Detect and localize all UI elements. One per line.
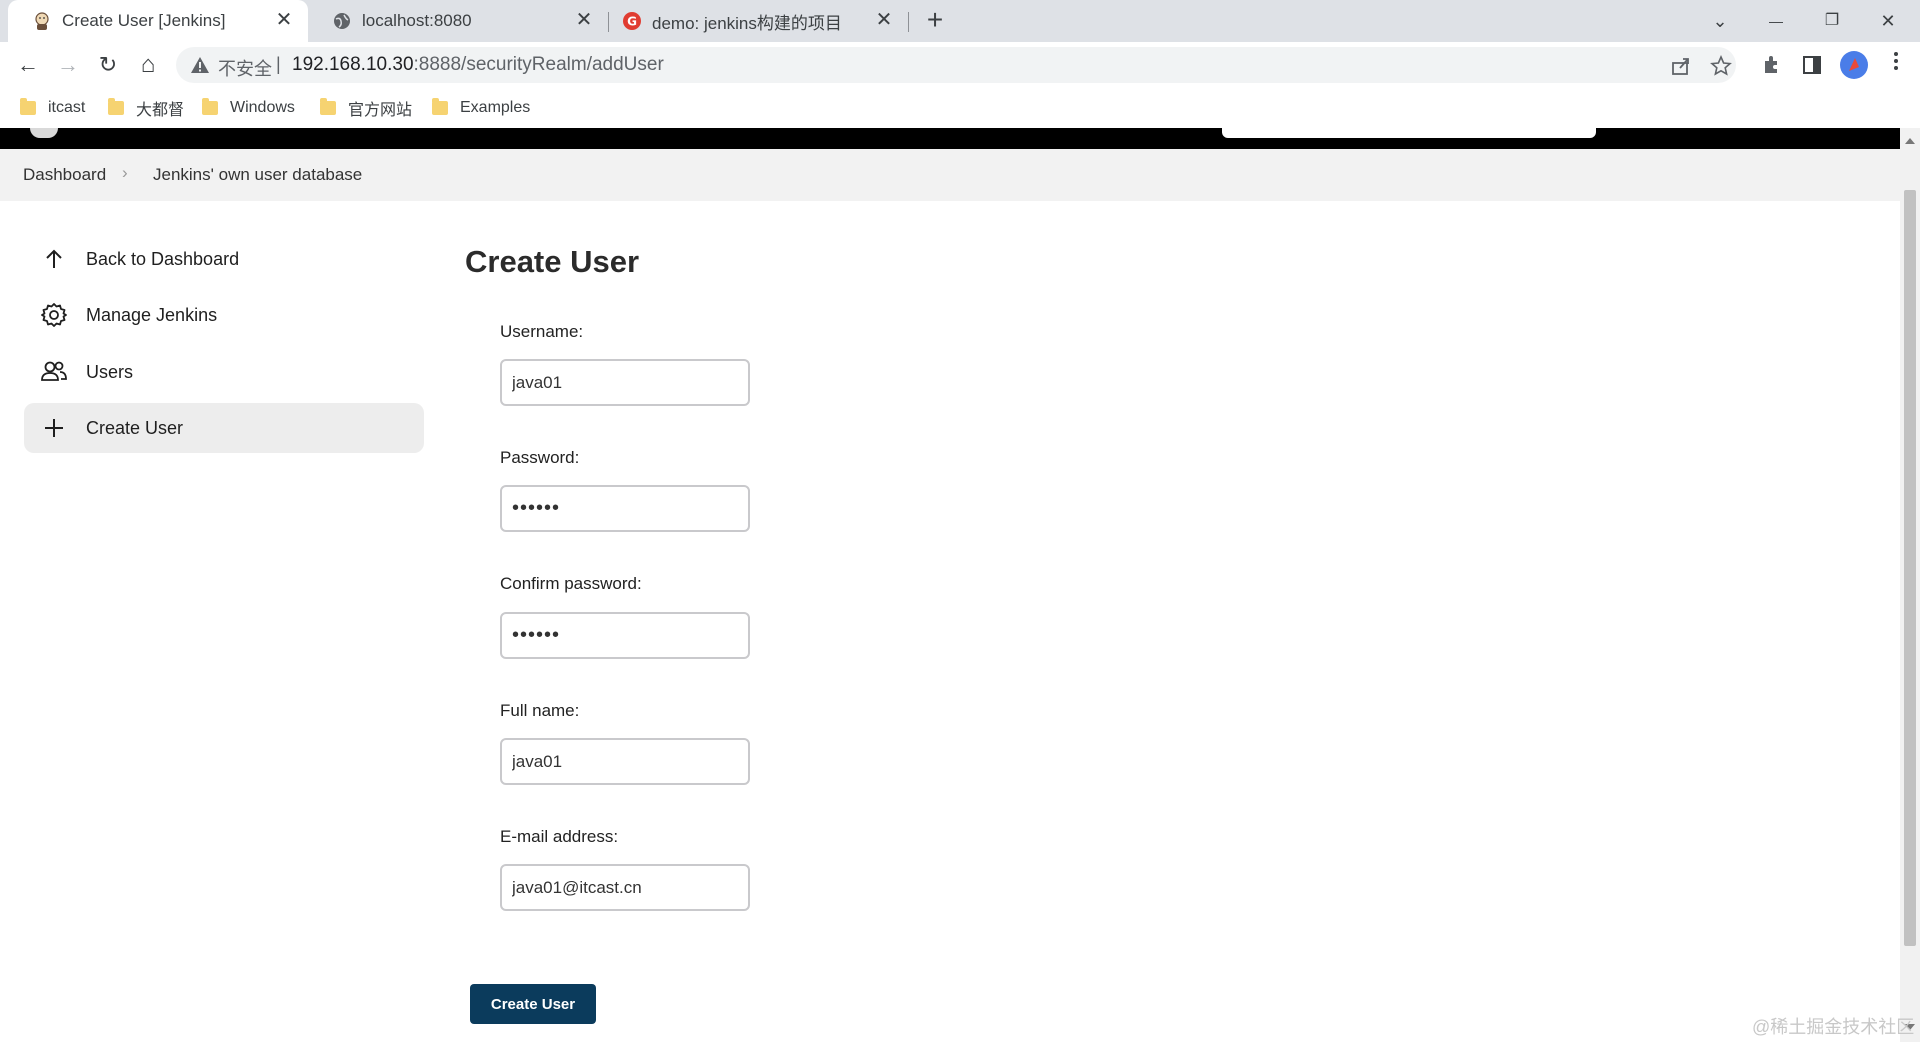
globe-icon xyxy=(334,13,350,29)
folder-icon xyxy=(202,98,218,115)
watermark: @稀土掘金技术社区 xyxy=(1752,1017,1915,1037)
bookmarks-bar: itcast 大都督 Windows 官方网站 Examples xyxy=(0,88,1920,128)
home-button[interactable]: ⌂ xyxy=(134,51,162,79)
sidebar-item-manage-jenkins[interactable]: Manage Jenkins xyxy=(24,290,424,340)
page-scrollbar[interactable] xyxy=(1900,128,1920,1042)
profile-bird-icon xyxy=(1849,58,1859,71)
scroll-up-icon[interactable] xyxy=(1905,138,1915,144)
arrow-up-icon xyxy=(40,245,68,273)
email-label: E-mail address: xyxy=(500,827,619,846)
sidebar-item-back-to-dashboard[interactable]: Back to Dashboard xyxy=(24,234,424,284)
folder-icon xyxy=(20,98,36,115)
username-label: Username: xyxy=(500,322,584,341)
minimize-button[interactable]: — xyxy=(1756,6,1796,36)
tab-localhost[interactable]: localhost:8080 ✕ xyxy=(308,0,608,42)
fullname-field[interactable] xyxy=(500,738,750,785)
warning-icon xyxy=(191,57,209,73)
security-status: 不安全 xyxy=(218,59,272,79)
bookmark-dadudu[interactable]: 大都督 xyxy=(108,96,184,120)
browser-tab-strip: Create User [Jenkins] ✕ localhost:8080 ✕… xyxy=(0,0,1920,42)
plus-icon xyxy=(40,414,68,442)
breadcrumb-user-database[interactable]: Jenkins' own user database xyxy=(153,165,362,185)
address-bar[interactable]: 不安全 | 192.168.10.30:8888/securityRealm/a… xyxy=(176,47,1736,83)
star-icon[interactable] xyxy=(1710,55,1732,77)
extensions-icon[interactable] xyxy=(1760,53,1784,77)
breadcrumb: Dashboard › Jenkins' own user database xyxy=(0,149,1900,201)
bookmark-official-site[interactable]: 官方网站 xyxy=(320,96,412,120)
gear-icon xyxy=(40,301,68,329)
tab-title: Create User [Jenkins] xyxy=(62,11,226,30)
back-button[interactable]: ← xyxy=(14,51,42,79)
bookmark-itcast[interactable]: itcast xyxy=(20,96,85,120)
tab-title: localhost:8080 xyxy=(362,11,472,30)
bookmark-windows[interactable]: Windows xyxy=(202,96,295,120)
page-title: Create User xyxy=(465,244,640,279)
sidebar-item-create-user[interactable]: Create User xyxy=(24,403,424,453)
project-favicon-icon: G xyxy=(623,12,641,30)
users-icon xyxy=(40,358,68,386)
chevron-right-icon: › xyxy=(122,163,128,182)
reload-button[interactable]: ↻ xyxy=(94,51,122,79)
tab-create-user[interactable]: Create User [Jenkins] ✕ xyxy=(8,0,308,42)
tab-close-icon[interactable]: ✕ xyxy=(574,10,594,30)
jenkins-logo[interactable] xyxy=(30,128,58,138)
sidebar-item-label: Back to Dashboard xyxy=(86,248,240,269)
profile-avatar[interactable] xyxy=(1840,51,1868,79)
create-user-button[interactable]: Create User xyxy=(470,984,596,1024)
fullname-label: Full name: xyxy=(500,701,580,720)
bookmark-examples[interactable]: Examples xyxy=(432,96,530,120)
sidebar-item-label: Create User xyxy=(86,417,184,438)
confirm-password-label: Confirm password: xyxy=(500,574,642,593)
sidebar-item-users[interactable]: Users xyxy=(24,347,424,397)
address-separator: | xyxy=(276,54,281,74)
folder-icon xyxy=(432,98,448,115)
kebab-menu-icon xyxy=(1894,52,1898,70)
header-search-box[interactable] xyxy=(1222,128,1596,138)
side-panel-icon[interactable] xyxy=(1800,53,1824,77)
tab-divider xyxy=(908,12,909,32)
username-field[interactable] xyxy=(500,359,750,406)
jenkins-header xyxy=(0,128,1900,149)
folder-icon xyxy=(108,98,124,115)
sidebar-item-label: Users xyxy=(86,361,134,382)
tab-search-button[interactable]: ⌄ xyxy=(1700,6,1740,36)
close-window-button[interactable]: ✕ xyxy=(1868,6,1908,36)
tab-title: demo: jenkins构建的项目 xyxy=(652,13,842,33)
password-label: Password: xyxy=(500,448,580,467)
browser-menu-button[interactable] xyxy=(1882,51,1910,79)
forward-button[interactable]: → xyxy=(54,51,82,79)
tab-close-icon[interactable]: ✕ xyxy=(274,10,294,30)
restore-button[interactable]: ❐ xyxy=(1812,6,1852,36)
tab-demo[interactable]: G demo: jenkins构建的项目 ✕ xyxy=(608,0,908,42)
email-field[interactable] xyxy=(500,864,750,911)
url-text: 192.168.10.30:8888/securityRealm/addUser xyxy=(292,54,664,75)
confirm-password-field[interactable] xyxy=(500,612,750,659)
tab-close-icon[interactable]: ✕ xyxy=(874,10,894,30)
browser-toolbar: ← → ↻ ⌂ 不安全 | 192.168.10.30:8888/securit… xyxy=(0,42,1920,88)
folder-icon xyxy=(320,98,336,115)
new-tab-button[interactable]: + xyxy=(922,6,948,34)
svg-text:G: G xyxy=(627,15,637,29)
sidebar-item-label: Manage Jenkins xyxy=(86,304,218,325)
breadcrumb-dashboard[interactable]: Dashboard xyxy=(23,165,106,185)
share-icon[interactable] xyxy=(1670,55,1692,77)
password-field[interactable] xyxy=(500,485,750,532)
scrollbar-thumb[interactable] xyxy=(1904,190,1916,946)
jenkins-favicon-icon xyxy=(35,12,49,30)
